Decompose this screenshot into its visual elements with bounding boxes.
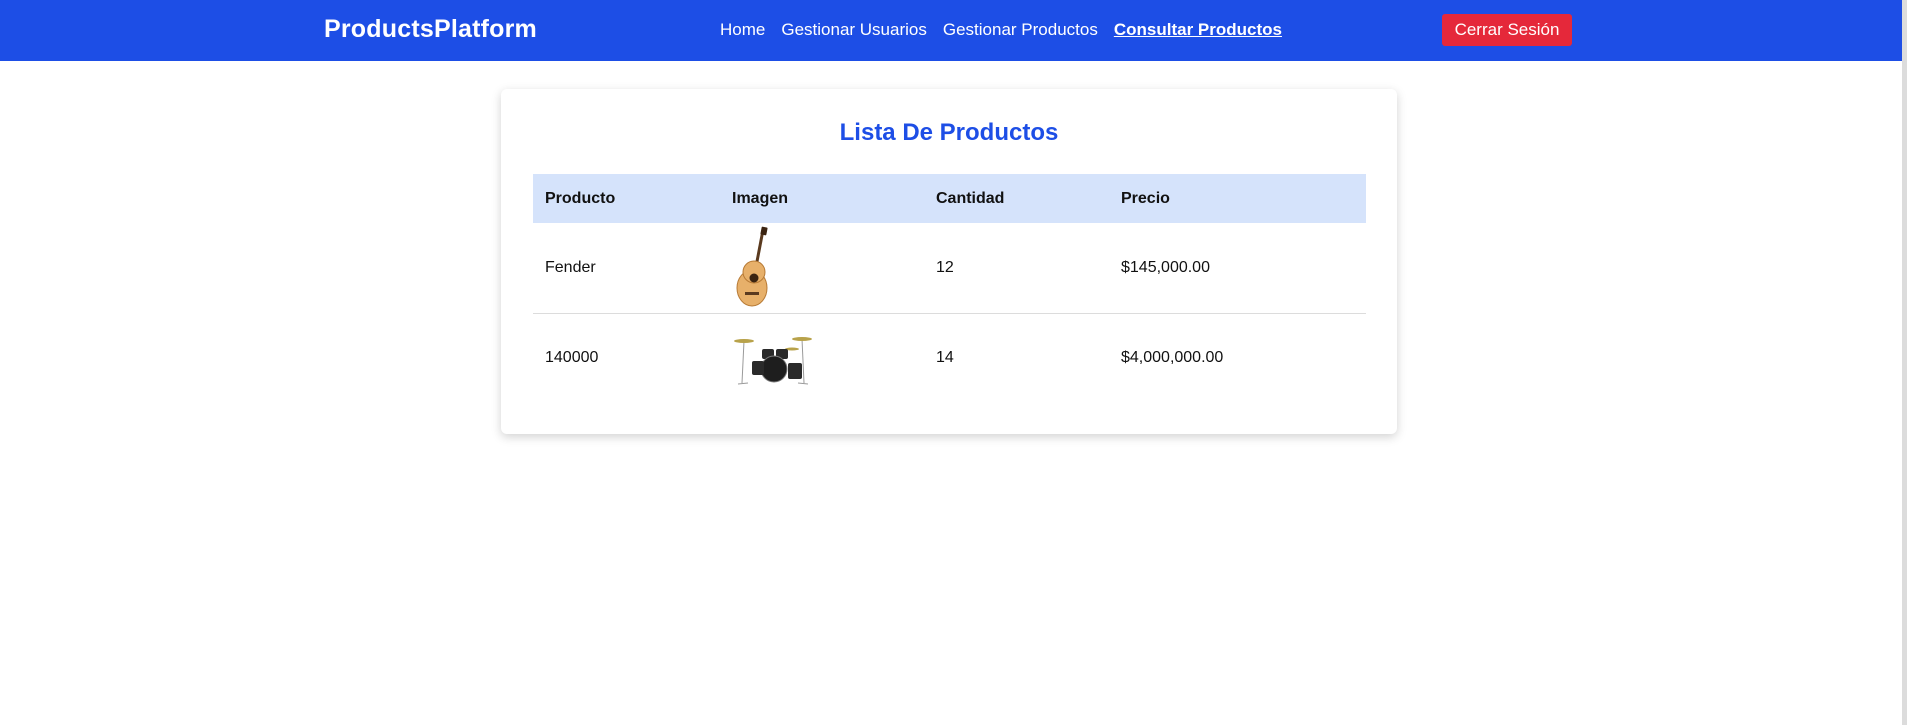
nav-link-gestionar-productos[interactable]: Gestionar Productos (943, 20, 1098, 40)
drum-kit-image (734, 337, 812, 385)
column-header-precio: Precio (1121, 189, 1170, 207)
table-row: Fender 12 $145,000.00 (533, 223, 1366, 313)
cell-imagen (720, 223, 924, 313)
cell-producto: 140000 (545, 349, 599, 367)
brand-logo[interactable]: ProductsPlatform (324, 15, 537, 44)
nav-links: Home Gestionar Usuarios Gestionar Produc… (720, 20, 1282, 40)
page-title: Lista De Productos (839, 119, 1059, 146)
nav-link-consultar-productos[interactable]: Consultar Productos (1114, 20, 1282, 40)
cell-cantidad: 12 (936, 258, 954, 276)
nav-link-gestionar-usuarios[interactable]: Gestionar Usuarios (781, 20, 927, 40)
page-scrollbar[interactable] (1902, 0, 1907, 725)
table-header-row: Producto Imagen Cantidad Precio (533, 174, 1366, 223)
cell-cantidad: 14 (936, 349, 954, 367)
table-row: 140000 14 $4,000,000.00 (533, 313, 1366, 403)
column-header-cantidad: Cantidad (936, 189, 1005, 207)
cell-producto: Fender (545, 258, 596, 276)
products-table: Producto Imagen Cantidad Precio Fender 1… (533, 174, 1366, 403)
column-header-producto: Producto (545, 189, 616, 207)
guitar-image (736, 226, 768, 307)
top-navbar: ProductsPlatform Home Gestionar Usuarios… (0, 0, 1902, 61)
cell-precio: $4,000,000.00 (1121, 349, 1224, 367)
logout-button[interactable]: Cerrar Sesión (1442, 14, 1572, 46)
cell-imagen (720, 313, 924, 403)
nav-link-home[interactable]: Home (720, 20, 765, 40)
products-card: Lista De Productos Producto Imagen Canti… (501, 89, 1397, 434)
cell-precio: $145,000.00 (1121, 258, 1210, 276)
column-header-imagen: Imagen (732, 189, 789, 207)
